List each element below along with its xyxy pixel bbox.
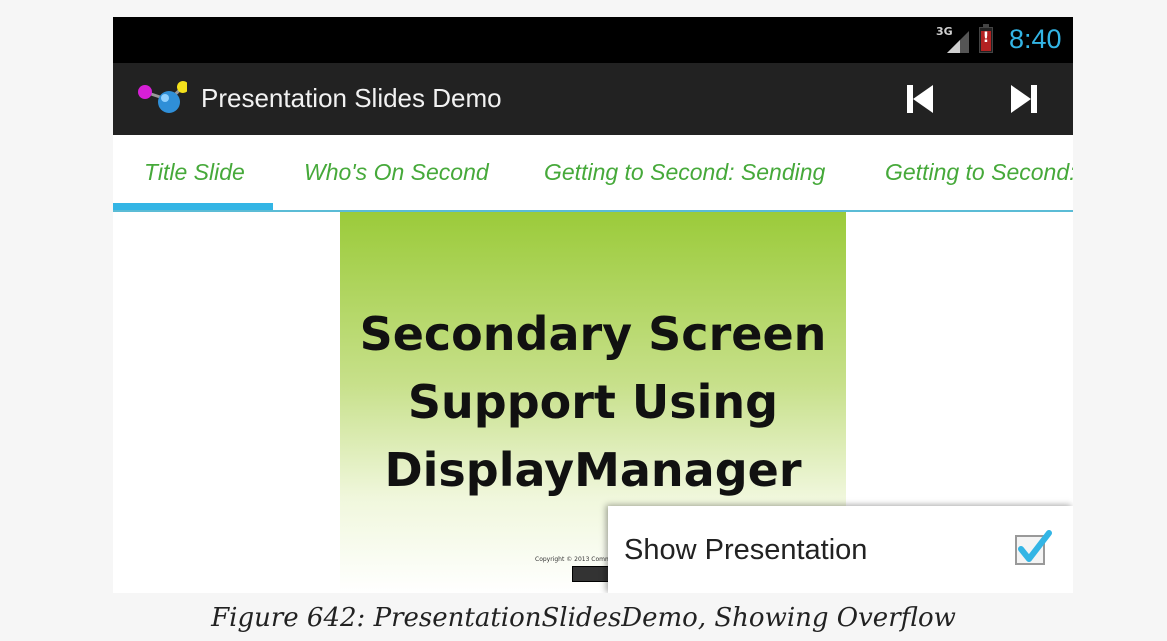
- menu-item-show-presentation[interactable]: Show Presentation: [608, 506, 1073, 593]
- tab-getting-to-second-sending[interactable]: Getting to Second: Sending: [544, 159, 825, 186]
- menu-item-label: Show Presentation: [624, 534, 868, 566]
- previous-slide-button[interactable]: [901, 79, 941, 119]
- skip-previous-icon: [907, 85, 933, 113]
- status-bar: 3G ! 8:40: [113, 17, 1073, 63]
- battery-alert-icon: !: [979, 24, 993, 53]
- selected-tab-indicator: [113, 203, 273, 210]
- tab-getting-to-second-partial[interactable]: Getting to Second:: [885, 159, 1073, 186]
- slide-title-line: Support Using: [407, 375, 779, 429]
- tab-title-slide[interactable]: Title Slide: [144, 159, 245, 186]
- status-clock: 8:40: [1009, 24, 1062, 54]
- app-icon[interactable]: [135, 80, 189, 120]
- next-slide-button[interactable]: [1003, 79, 1043, 119]
- skip-next-icon: [1011, 85, 1037, 113]
- action-bar: Presentation Slides Demo: [113, 63, 1073, 135]
- slide-tabs: Title Slide Who's On Second Getting to S…: [113, 135, 1073, 212]
- figure-caption: Figure 642: PresentationSlidesDemo, Show…: [211, 603, 956, 633]
- show-presentation-checkbox[interactable]: [1015, 530, 1052, 565]
- slide-title-line: Secondary Screen: [359, 307, 827, 361]
- slide-title: Secondary Screen Support Using DisplayMa…: [340, 300, 846, 504]
- tab-whos-on-second[interactable]: Who's On Second: [304, 159, 489, 186]
- slide-title-line: DisplayManager: [384, 443, 802, 497]
- overflow-menu: Show Presentation: [608, 506, 1073, 593]
- signal-icon: [947, 31, 971, 57]
- checkmark-icon: [1018, 530, 1052, 562]
- app-title: Presentation Slides Demo: [201, 83, 502, 113]
- device-screen: 3G ! 8:40 Presentation Slides Demo Title…: [113, 17, 1073, 593]
